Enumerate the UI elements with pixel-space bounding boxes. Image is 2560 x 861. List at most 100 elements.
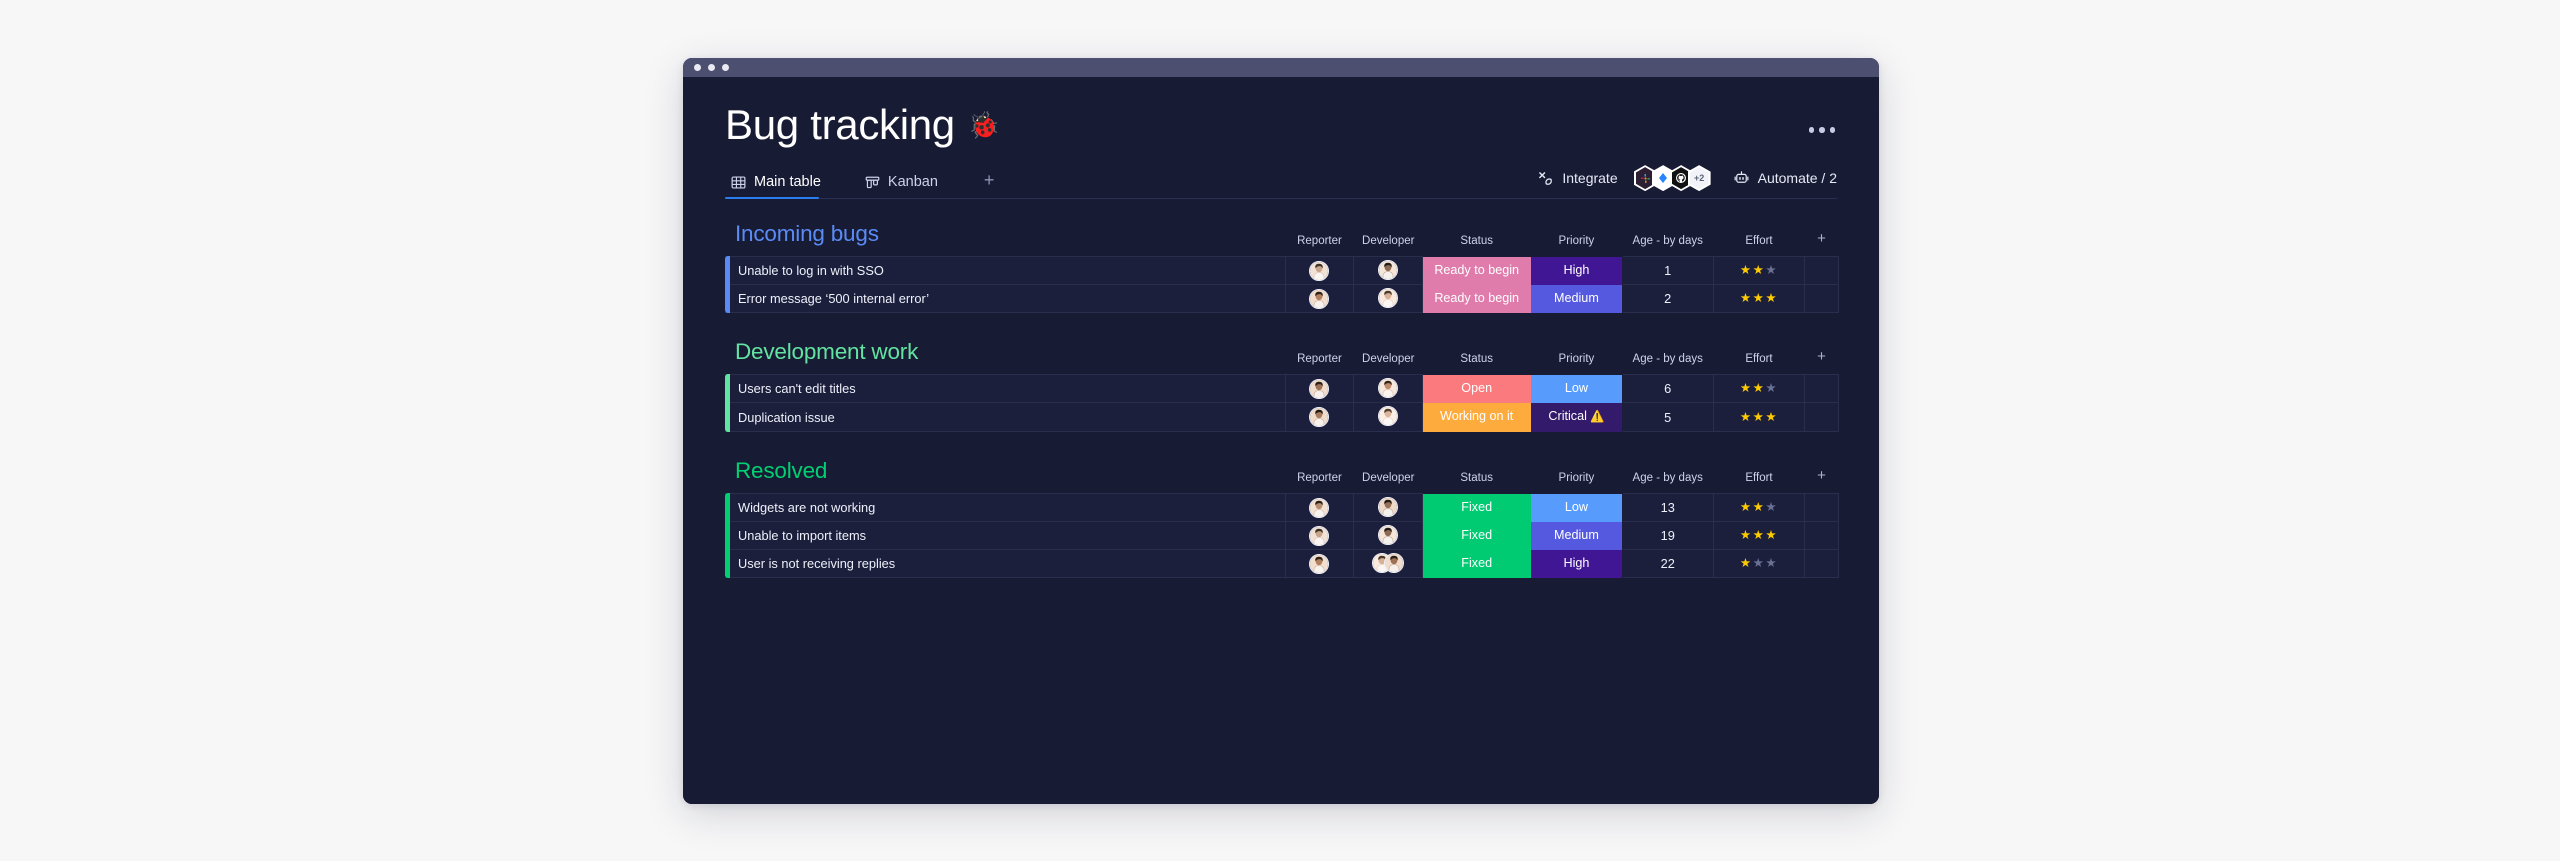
avatar-developer[interactable]	[1378, 406, 1399, 427]
avatar-reporter[interactable]	[1309, 288, 1330, 309]
reporter-cell[interactable]	[1284, 284, 1355, 314]
column-header[interactable]: Priority	[1531, 221, 1622, 257]
avatar-reporter[interactable]	[1309, 378, 1330, 399]
table-row[interactable]: Unable to import items Fixed Medium 19 ★★★	[725, 521, 1839, 551]
column-header[interactable]: Reporter	[1285, 339, 1354, 375]
table-row[interactable]: Duplication issue Working on it Critical ⚠…	[725, 402, 1839, 433]
group-title[interactable]: Incoming bugs	[725, 221, 1285, 247]
avatar-reporter[interactable]	[1309, 497, 1330, 518]
reporter-cell[interactable]	[1284, 521, 1355, 551]
group-title[interactable]: Development work	[725, 339, 1285, 365]
status-cell[interactable]: Ready to begin	[1422, 256, 1531, 285]
column-header[interactable]: Status	[1423, 221, 1531, 257]
column-header[interactable]: Age - by days	[1622, 221, 1713, 257]
add-view-button[interactable]: +	[976, 171, 1003, 198]
reporter-cell[interactable]	[1284, 374, 1355, 404]
item-name-cell[interactable]: Unable to import items	[725, 521, 1286, 551]
avatar-reporter[interactable]	[1309, 553, 1330, 574]
reporter-cell[interactable]	[1284, 549, 1355, 579]
effort-stars[interactable]: ★★★	[1740, 528, 1778, 542]
priority-cell[interactable]: Medium	[1530, 521, 1623, 550]
age-cell[interactable]: 22	[1621, 549, 1714, 579]
avatar-reporter[interactable]	[1309, 525, 1330, 546]
reporter-cell[interactable]	[1284, 402, 1355, 433]
avatar-developer[interactable]	[1378, 377, 1399, 398]
effort-stars[interactable]: ★★★	[1740, 291, 1778, 305]
effort-cell[interactable]: ★★★	[1712, 284, 1806, 314]
integrate-button[interactable]: Integrate	[1537, 170, 1618, 187]
age-cell[interactable]: 2	[1621, 284, 1714, 314]
effort-cell[interactable]: ★★★	[1712, 521, 1806, 551]
board-options-menu-button[interactable]	[1805, 121, 1840, 139]
developer-cell[interactable]	[1353, 493, 1424, 523]
status-cell[interactable]: Fixed	[1422, 521, 1531, 550]
priority-cell[interactable]: Medium	[1530, 284, 1623, 313]
effort-stars[interactable]: ★★★	[1740, 381, 1778, 395]
avatar-developer[interactable]	[1384, 552, 1405, 573]
status-cell[interactable]: Fixed	[1422, 493, 1531, 522]
group-title[interactable]: Resolved	[725, 458, 1285, 484]
column-header[interactable]: Effort	[1713, 339, 1804, 375]
table-row[interactable]: Unable to log in with SSO Ready to begin H…	[725, 256, 1839, 286]
column-header[interactable]: Priority	[1531, 458, 1622, 494]
window-minimize-dot[interactable]	[708, 64, 715, 71]
column-header[interactable]: Priority	[1531, 339, 1622, 375]
priority-cell[interactable]: High	[1530, 549, 1623, 578]
developer-cell[interactable]	[1353, 549, 1424, 579]
avatar-reporter[interactable]	[1309, 407, 1330, 428]
column-header[interactable]: Effort	[1713, 458, 1804, 494]
avatar-developer[interactable]	[1378, 496, 1399, 517]
effort-cell[interactable]: ★★★	[1712, 374, 1806, 404]
reporter-cell[interactable]	[1284, 493, 1355, 523]
item-name-cell[interactable]: Unable to log in with SSO	[725, 256, 1286, 286]
table-row[interactable]: Error message ‘500 internal error’ Ready …	[725, 284, 1839, 314]
column-header[interactable]: Age - by days	[1622, 339, 1713, 375]
avatar-reporter[interactable]	[1309, 260, 1330, 281]
priority-cell[interactable]: Critical ⚠️	[1530, 402, 1623, 432]
column-header[interactable]: Status	[1423, 458, 1531, 494]
integration-badges[interactable]: +2	[1633, 165, 1711, 192]
add-column-button[interactable]: +	[1805, 339, 1839, 375]
effort-cell[interactable]: ★★★	[1712, 493, 1806, 523]
effort-cell[interactable]: ★★★	[1712, 256, 1806, 286]
developer-cell[interactable]	[1353, 284, 1424, 314]
column-header[interactable]: Reporter	[1285, 221, 1354, 257]
effort-stars[interactable]: ★★★	[1740, 556, 1778, 570]
table-row[interactable]: User is not receiving replies Fixed High 22…	[725, 549, 1839, 579]
column-header[interactable]: Developer	[1354, 458, 1423, 494]
column-header[interactable]: Developer	[1354, 221, 1423, 257]
status-cell[interactable]: Working on it	[1422, 402, 1531, 432]
effort-stars[interactable]: ★★★	[1740, 410, 1778, 424]
column-header[interactable]: Age - by days	[1622, 458, 1713, 494]
avatar-developer[interactable]	[1378, 259, 1399, 280]
developer-cell[interactable]	[1353, 256, 1424, 286]
developer-cell[interactable]	[1353, 374, 1424, 404]
priority-cell[interactable]: High	[1530, 256, 1623, 285]
item-name-cell[interactable]: Error message ‘500 internal error’	[725, 284, 1286, 314]
avatar-developer[interactable]	[1378, 287, 1399, 308]
item-name-cell[interactable]: Users can't edit titles	[725, 374, 1286, 404]
effort-cell[interactable]: ★★★	[1712, 402, 1806, 433]
effort-stars[interactable]: ★★★	[1740, 263, 1778, 277]
effort-stars[interactable]: ★★★	[1740, 500, 1778, 514]
avatar-developer[interactable]	[1378, 524, 1399, 545]
age-cell[interactable]: 5	[1621, 402, 1714, 433]
item-name-cell[interactable]: Duplication issue	[725, 402, 1286, 433]
table-row[interactable]: Widgets are not working Fixed Low 13 ★★★	[725, 493, 1839, 523]
status-cell[interactable]: Open	[1422, 374, 1531, 403]
status-cell[interactable]: Fixed	[1422, 549, 1531, 578]
age-cell[interactable]: 13	[1621, 493, 1714, 523]
window-close-dot[interactable]	[694, 64, 701, 71]
priority-cell[interactable]: Low	[1530, 374, 1623, 403]
tab-main-table[interactable]: Main table	[725, 174, 835, 200]
column-header[interactable]: Effort	[1713, 221, 1804, 257]
item-name-cell[interactable]: User is not receiving replies	[725, 549, 1286, 579]
more-integrations-badge[interactable]: +2	[1687, 165, 1711, 192]
add-column-button[interactable]: +	[1805, 458, 1839, 494]
priority-cell[interactable]: Low	[1530, 493, 1623, 522]
status-cell[interactable]: Ready to begin	[1422, 284, 1531, 313]
tab-kanban[interactable]: Kanban	[859, 174, 952, 198]
item-name-cell[interactable]: Widgets are not working	[725, 493, 1286, 523]
table-row[interactable]: Users can't edit titles Open Low 6 ★★★	[725, 374, 1839, 404]
developer-cell[interactable]	[1353, 521, 1424, 551]
